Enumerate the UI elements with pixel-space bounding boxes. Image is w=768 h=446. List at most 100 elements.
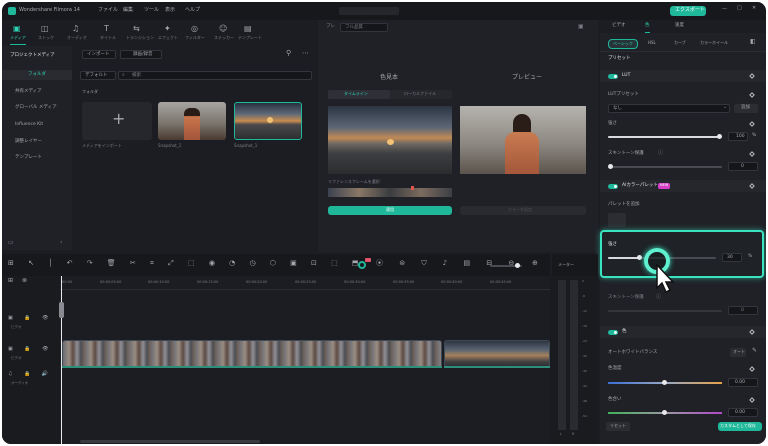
compare-icon[interactable]: ◧ [750, 39, 756, 45]
tab-video[interactable]: ビデオ [612, 23, 626, 29]
more-icon[interactable]: ⋯ [302, 50, 309, 57]
save-custom-button[interactable]: カスタムとして保存 [718, 422, 762, 431]
stock-icon[interactable]: ◫ [41, 25, 49, 33]
temp-slider-knob[interactable] [662, 380, 667, 385]
tab-local-file[interactable]: ローカルファイル [404, 92, 436, 96]
tab-audio[interactable]: オーディオ [67, 36, 87, 40]
maximize-icon[interactable]: □ [737, 6, 742, 11]
menu-view[interactable]: 表示 [165, 8, 175, 13]
timeline-tool-icons-left[interactable]: ⊞ ↖ │ ↶ ↷ 🗑 ✂ ⌗ ⤢ ⬚ ◉ ◔ ◷ ⬡ ▣ ⊡ ⬚ ⬒ [8, 260, 365, 267]
menu-file[interactable]: ファイル [98, 8, 118, 13]
add-track-icon[interactable]: ⊞ [8, 278, 13, 284]
tab-effect[interactable]: エフェクト [158, 36, 178, 40]
lut-add-button[interactable]: 追加 [734, 104, 758, 113]
timeline-scrollbar[interactable] [80, 440, 260, 443]
temp-keyframe-icon[interactable] [749, 366, 755, 372]
skin-keyframe-icon[interactable] [749, 151, 755, 157]
link-icon[interactable]: ⊗ [22, 278, 27, 284]
strength-keyframe-icon[interactable] [749, 121, 755, 127]
skin2-slider-track[interactable] [608, 310, 722, 312]
palette-add-tile[interactable] [608, 213, 626, 227]
track3-icons[interactable]: ♫ 🔒 🔊 [8, 372, 53, 377]
title-icon[interactable]: T [104, 25, 109, 33]
audio-icon[interactable]: ♫ [72, 25, 79, 33]
frame-strip[interactable] [328, 188, 452, 197]
search-input[interactable]: ⌕ 検索 [118, 71, 312, 80]
import-button[interactable]: インポート [82, 50, 116, 59]
video-clip-2[interactable] [444, 340, 550, 368]
record-toggle-icon[interactable] [358, 261, 366, 269]
strength-value-input[interactable]: 100 [728, 132, 748, 141]
tab-filter[interactable]: フィルター [185, 36, 205, 40]
snapshot-icon[interactable]: ▣ [578, 24, 584, 30]
reset-button[interactable]: リセット [606, 422, 630, 431]
tab-stock[interactable]: ストック [38, 36, 54, 40]
skin-slider-knob[interactable] [608, 164, 613, 169]
media-tab-icon[interactable]: ▣ [13, 25, 21, 33]
sidebar-item-project-media[interactable]: プロジェクトメディア [10, 53, 55, 59]
popup-slider-knob[interactable] [637, 255, 642, 260]
media-thumb-1[interactable] [158, 102, 226, 140]
apply-button[interactable]: 適用 [328, 206, 452, 215]
ai-palette-toggle[interactable] [608, 184, 618, 189]
tab-color[interactable]: 色 [645, 23, 650, 33]
popup-value-input[interactable]: 30 [722, 253, 742, 262]
tint-keyframe-icon[interactable] [749, 397, 755, 403]
menu-help[interactable]: ヘルプ [185, 8, 200, 13]
filter-icon[interactable]: ◎ [191, 25, 198, 33]
sidebar-item-adjustment-layer[interactable]: 調整レイヤー [15, 139, 42, 145]
tab-speed[interactable]: 速度 [675, 23, 684, 29]
import-media-tile[interactable]: + [82, 102, 152, 140]
tab-transition[interactable]: トランジション [126, 36, 154, 40]
filter-icon-media[interactable]: ⚲ [286, 50, 291, 57]
subtab-basic[interactable]: ベーシック [608, 39, 638, 49]
color-toggle[interactable] [608, 330, 618, 335]
sidebar-item-folder[interactable]: フォルダ [28, 72, 46, 78]
minimize-icon[interactable]: — [722, 7, 727, 12]
menu-tools[interactable]: ツール [144, 8, 159, 13]
playhead-handle[interactable] [59, 302, 64, 318]
skin-value-input[interactable]: 0 [728, 162, 758, 171]
tint-value-input[interactable]: 0.00 [728, 408, 758, 417]
tint-slider-knob[interactable] [662, 410, 667, 415]
tab-sticker[interactable]: ステッカー [214, 36, 234, 40]
transition-icon[interactable]: ⇆ [133, 25, 140, 33]
new-folder-icon[interactable]: ▭ [8, 240, 14, 246]
tab-title[interactable]: タイトル [100, 36, 116, 40]
sticker-icon[interactable]: ☺ [219, 25, 227, 33]
subtab-color-wheel[interactable]: カラーホイール [700, 41, 728, 45]
lut-preset-dropdown[interactable]: なし [608, 104, 730, 113]
auto-button[interactable]: オート [730, 348, 746, 357]
template-icon[interactable]: ▤ [244, 25, 252, 33]
tab-timeline-source[interactable]: タイムライン [328, 90, 390, 99]
tab-template[interactable]: テンプレート [238, 36, 262, 40]
zoom-slider-knob[interactable] [515, 263, 520, 268]
sort-dropdown[interactable]: デフォルト [80, 71, 116, 80]
eyedropper-icon[interactable]: ✎ [752, 348, 757, 354]
frame-marker[interactable] [411, 186, 414, 190]
zoom-in-icon[interactable]: ⊕ [532, 260, 538, 267]
lut-preset-keyframe-icon[interactable] [749, 92, 755, 98]
sidebar-item-shared-media[interactable]: 共有メディア [15, 89, 42, 95]
menu-edit[interactable]: 編集 [123, 8, 133, 13]
record-button[interactable]: 録画/録音 [120, 50, 162, 59]
strength-slider-knob[interactable] [717, 134, 722, 139]
collapse-icon[interactable]: ‹ [60, 240, 62, 246]
skin-slider-track[interactable] [608, 166, 722, 168]
meter-tick-3: -18 [582, 324, 587, 328]
skin2-value-input[interactable]: 0 [728, 306, 758, 315]
effect-icon[interactable]: ✦ [164, 25, 171, 33]
temp-value-input[interactable]: 0.00 [728, 378, 758, 387]
subtab-curve[interactable]: カーブ [674, 41, 686, 45]
sidebar-item-influence-kit[interactable]: Influence Kit [15, 122, 43, 128]
video-clip-1[interactable] [62, 340, 442, 368]
quality-dropdown[interactable]: フル品質 [340, 23, 388, 32]
tab-media[interactable]: メディア [10, 36, 26, 40]
export-button[interactable]: エクスポート [670, 6, 706, 16]
close-icon[interactable]: ✕ [752, 6, 756, 11]
lut-toggle[interactable] [608, 74, 618, 79]
sidebar-item-global-media[interactable]: グローバル メディア [15, 105, 57, 111]
subtab-hsl[interactable]: HSL [648, 41, 656, 45]
media-thumb-2[interactable] [234, 102, 302, 140]
sidebar-item-templates[interactable]: テンプレート [15, 155, 42, 161]
